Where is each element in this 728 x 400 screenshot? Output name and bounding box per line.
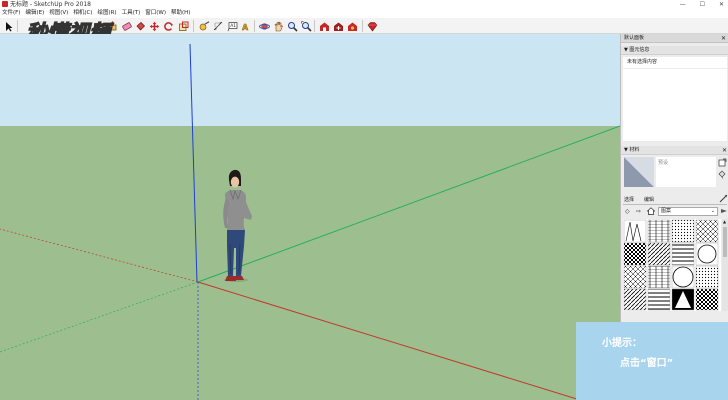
tip-title: 小提示： <box>602 338 642 349</box>
ruby-console-icon[interactable] <box>366 20 378 32</box>
viewport-canvas[interactable] <box>0 34 620 400</box>
3d-text-icon[interactable]: A <box>240 20 252 32</box>
tape-measure-icon[interactable] <box>198 20 210 32</box>
minimize-button[interactable]: — <box>680 0 686 9</box>
menu-file[interactable]: 文件(F) <box>2 9 20 18</box>
move-icon[interactable] <box>148 20 160 32</box>
zoom-extents-icon[interactable] <box>300 20 312 32</box>
entity-info-panel: 未有选择内容 <box>623 57 727 68</box>
share-model-icon[interactable] <box>332 20 344 32</box>
scale-icon[interactable] <box>177 20 189 32</box>
text-icon[interactable]: A1 <box>226 20 238 32</box>
tip-body: 点击“窗口” <box>620 358 674 369</box>
swatch-scrollbar[interactable]: ▲ <box>722 219 728 311</box>
entity-info-empty-text: 未有选择内容 <box>627 59 658 65</box>
rotate-icon[interactable] <box>162 20 174 32</box>
materials-title: ▼ 材料 <box>624 147 640 153</box>
menu-camera[interactable]: 相机(C) <box>73 9 92 18</box>
materials-header[interactable]: ▼ 材料 ✕ <box>621 146 728 155</box>
pan-icon[interactable] <box>272 20 284 32</box>
menu-tools[interactable]: 工具(T) <box>122 9 141 18</box>
tip-overlay: 小提示： 点击“窗口” <box>576 322 728 400</box>
material-name-field[interactable]: 预设 <box>656 157 716 187</box>
home-icon[interactable] <box>646 207 656 215</box>
title-bar: 无标题 - SketchUp Pro 2018 — ☐ ✕ <box>0 0 728 9</box>
entity-info-title: ▼ 图元信息 <box>624 47 650 53</box>
entity-info-body <box>623 69 727 141</box>
menu-edit[interactable]: 编辑(E) <box>25 9 44 18</box>
extension-warehouse-icon[interactable] <box>346 20 358 32</box>
material-swatch-grid[interactable] <box>623 219 721 311</box>
menu-draw[interactable]: 绘图(R) <box>97 9 116 18</box>
svg-text:A1: A1 <box>230 23 236 29</box>
menu-bar: 文件(F) 编辑(E) 视图(V) 相机(C) 绘图(R) 工具(T) 窗口(W… <box>0 9 728 18</box>
menu-view[interactable]: 视图(V) <box>49 9 68 18</box>
back-arrow-icon[interactable]: ◇ <box>625 208 630 215</box>
entity-info-header[interactable]: ▼ 图元信息 <box>621 46 728 55</box>
warehouse-icon[interactable] <box>318 20 330 32</box>
orbit-icon[interactable] <box>258 20 270 32</box>
sky <box>0 34 620 126</box>
zoom-icon[interactable] <box>286 20 298 32</box>
menu-help[interactable]: 帮助(H) <box>171 9 190 18</box>
tray-close-icon[interactable]: ✕ <box>721 34 726 43</box>
sample-paint-icon[interactable] <box>718 170 727 179</box>
dimension-icon[interactable] <box>212 20 224 32</box>
library-select[interactable]: 图案 ⌄ <box>658 207 718 216</box>
window-controls: — ☐ ✕ <box>680 0 724 9</box>
menu-window[interactable]: 窗口(W) <box>145 9 166 18</box>
sample-eyedropper-icon[interactable] <box>719 194 728 203</box>
swatch-scrollbar-thumb[interactable] <box>723 227 727 257</box>
ground <box>0 126 620 400</box>
svg-text:A: A <box>242 23 249 32</box>
materials-close-icon[interactable]: ✕ <box>722 146 727 155</box>
material-name-value: 预设 <box>658 160 669 166</box>
library-select-value: 图案 <box>661 208 672 214</box>
close-button[interactable]: ✕ <box>719 0 724 9</box>
material-preview-swatch[interactable] <box>624 157 654 187</box>
model-viewport[interactable] <box>0 34 620 400</box>
tab-edit[interactable]: 编辑 <box>644 196 654 203</box>
tray-title-label: 默认面板 <box>624 35 645 41</box>
tray-title: 默认面板 ✕ <box>621 34 728 43</box>
maximize-button[interactable]: ☐ <box>700 0 705 9</box>
tab-select[interactable]: 选择 <box>624 196 634 203</box>
sketchup-logo-icon <box>2 1 8 7</box>
window-title: 无标题 - SketchUp Pro 2018 <box>10 1 91 8</box>
forward-arrow-icon[interactable]: ⇨ <box>636 208 641 215</box>
chevron-down-icon: ⌄ <box>710 208 715 214</box>
details-arrow-icon[interactable] <box>720 207 728 215</box>
tab-divider <box>623 204 727 205</box>
select-icon[interactable] <box>3 20 15 32</box>
create-material-icon[interactable] <box>718 158 727 167</box>
